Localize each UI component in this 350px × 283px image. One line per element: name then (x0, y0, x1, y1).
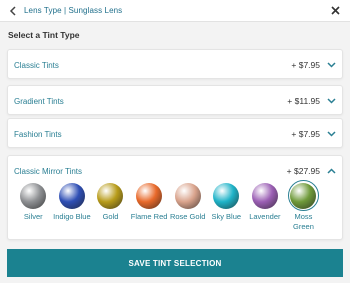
tint-color-ball (251, 182, 278, 209)
tint-color-ball (290, 182, 317, 209)
tint-type-price: + $7.95 (291, 60, 320, 70)
tint-swatch-label: Sky Blue (211, 212, 242, 221)
tint-swatch[interactable]: Moss Green (284, 180, 323, 231)
breadcrumb[interactable]: Lens Type | Sunglass Lens (24, 6, 122, 15)
tint-type-price: + $11.95 (287, 96, 320, 106)
accordion-header[interactable]: Gradient Tints + $11.95 (8, 86, 342, 116)
accordion-classic-tints[interactable]: Classic Tints + $7.95 (7, 49, 343, 79)
chevron-down-icon[interactable] (326, 129, 336, 139)
tint-swatch-label: Gold (102, 212, 119, 221)
tint-type-title: Classic Mirror Tints (14, 166, 83, 176)
accordion-header[interactable]: Fashion Tints + $7.95 (8, 119, 342, 149)
tint-type-title: Classic Tints (14, 60, 59, 70)
accordion-header[interactable]: Classic Tints + $7.95 (8, 50, 342, 80)
tint-swatch-label: Rose Gold (169, 212, 206, 221)
tint-type-price: + $27.95 (286, 166, 320, 176)
accordion-gradient-tints[interactable]: Gradient Tints + $11.95 (7, 85, 343, 115)
top-bar: Lens Type | Sunglass Lens (0, 0, 350, 22)
tint-swatch[interactable]: Lavender (246, 180, 285, 231)
tint-type-title: Fashion Tints (14, 129, 62, 139)
save-tint-selection-button[interactable]: SAVE TINT SELECTION (7, 249, 343, 277)
tint-color-ball (174, 182, 201, 209)
tint-color-ball (136, 182, 163, 209)
accordion-fashion-tints[interactable]: Fashion Tints + $7.95 (7, 118, 343, 148)
tint-swatch[interactable]: Gold (91, 180, 130, 231)
tint-type-title: Gradient Tints (14, 96, 64, 106)
chevron-down-icon[interactable] (326, 60, 336, 70)
tint-swatch[interactable]: Sky Blue (207, 180, 246, 231)
section-heading: Select a Tint Type (8, 30, 80, 40)
chevron-left-icon[interactable] (6, 4, 20, 18)
chevron-up-icon[interactable] (326, 166, 336, 176)
tint-swatch-label: Silver (23, 212, 43, 221)
tint-swatch-label: Lavender (249, 212, 281, 221)
tint-color-ball (97, 182, 124, 209)
tint-swatch-label: Moss Green (293, 212, 314, 231)
tint-swatch-label: Flame Red (130, 212, 168, 221)
tint-type-price: + $7.95 (291, 129, 320, 139)
accordion-classic-mirror-tints[interactable]: Classic Mirror Tints + $27.95 Silver Indi… (7, 155, 343, 240)
tint-color-ball (58, 182, 85, 209)
tint-swatch-list: Silver Indigo Blue Gold Flame Red Rose Gold S… (8, 180, 342, 231)
tint-color-ball (213, 182, 240, 209)
close-icon[interactable] (329, 4, 342, 17)
tint-swatch[interactable]: Indigo Blue (53, 180, 92, 231)
accordion-header[interactable]: Classic Mirror Tints + $27.95 (8, 156, 342, 186)
tint-swatch-label: Indigo Blue (53, 212, 91, 221)
tint-swatch[interactable]: Silver (14, 180, 53, 231)
tint-color-ball (20, 182, 47, 209)
chevron-down-icon[interactable] (326, 96, 336, 106)
tint-swatch[interactable]: Rose Gold (168, 180, 207, 231)
tint-swatch[interactable]: Flame Red (130, 180, 169, 231)
